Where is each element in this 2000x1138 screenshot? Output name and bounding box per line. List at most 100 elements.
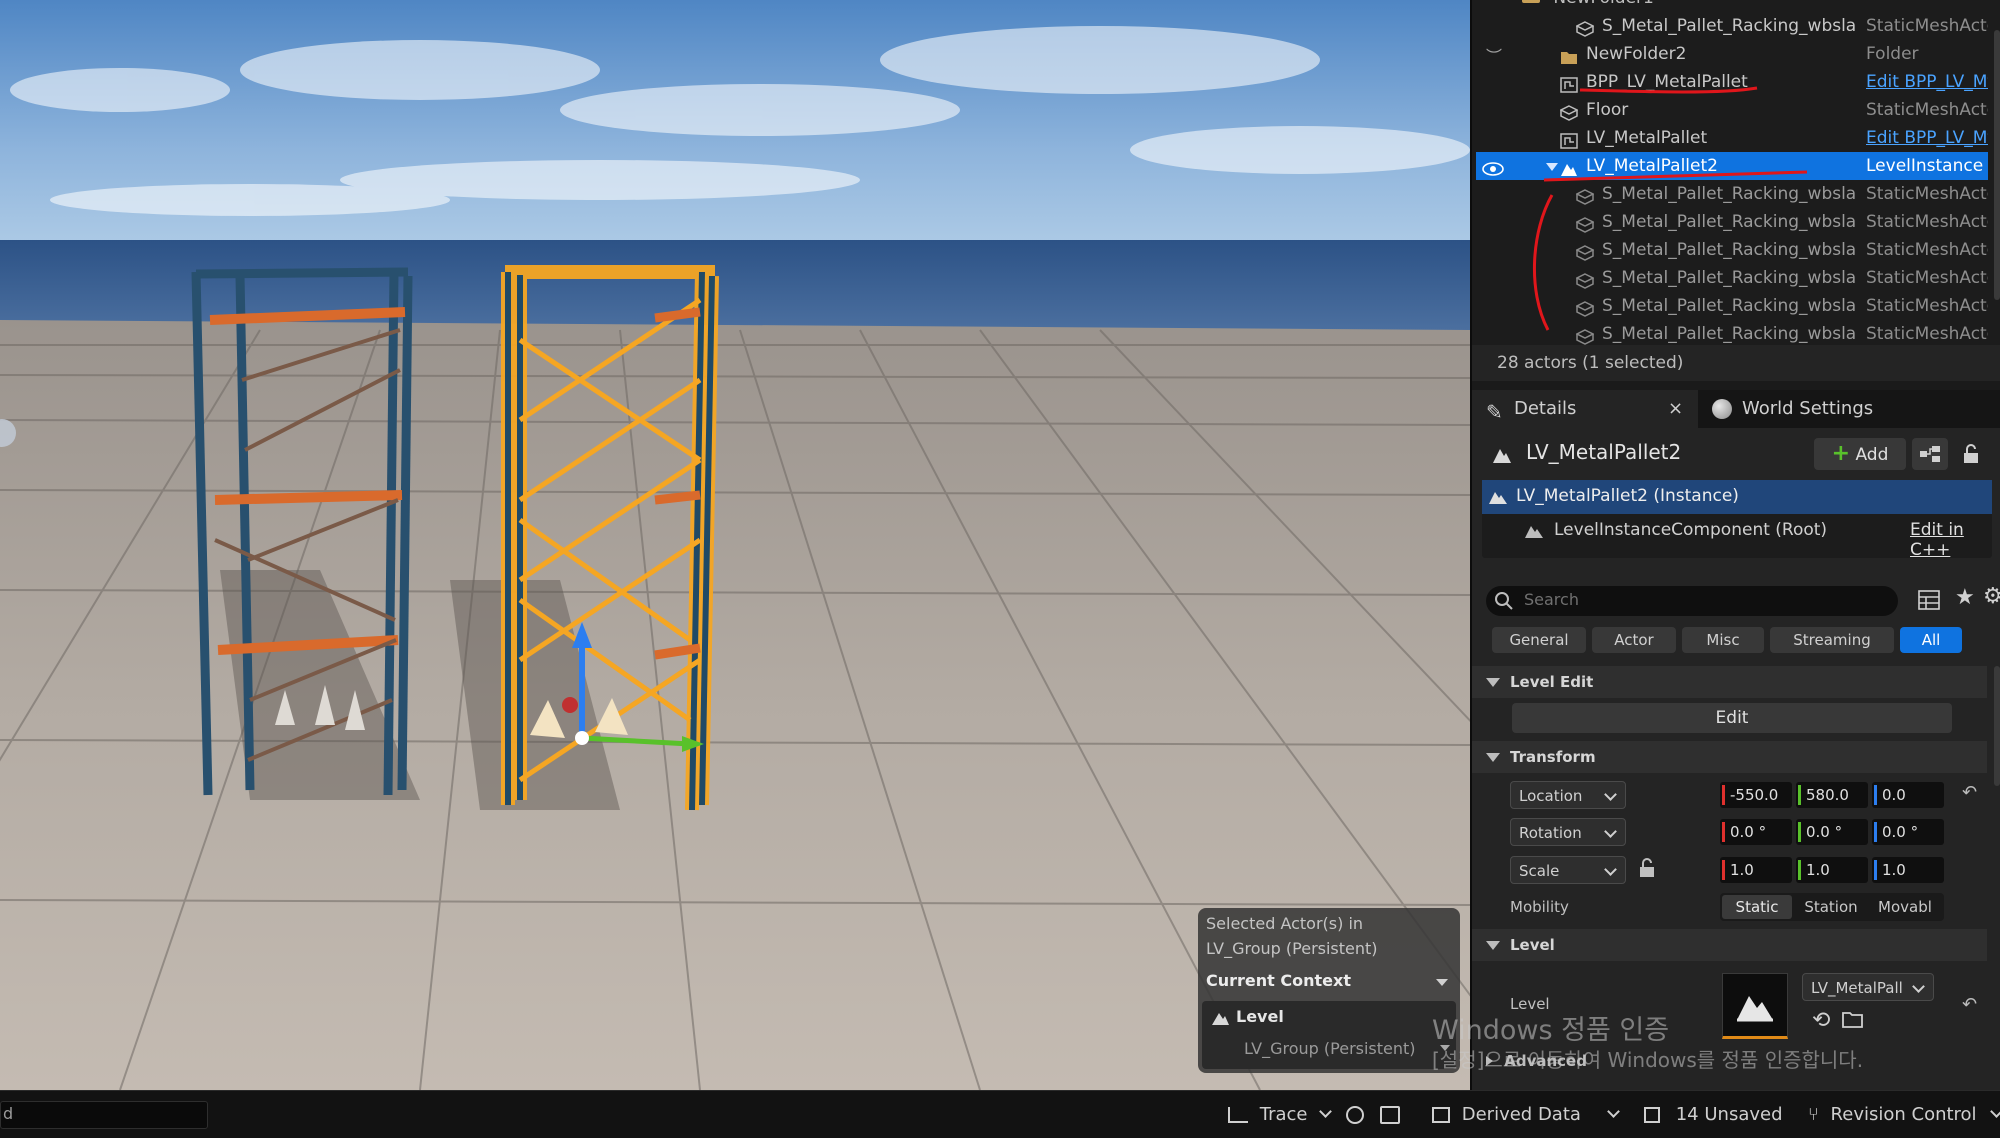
location-x-field[interactable]: -550.0 (1720, 782, 1792, 808)
trace-label: Trace (1259, 1104, 1308, 1125)
right-panel: NewFolder1 S_Metal_Pallet_Racking_wbsla … (1470, 0, 2000, 1090)
actor-count: 28 actors (1 selected) (1472, 345, 2000, 381)
unlock-icon[interactable] (1638, 858, 1656, 882)
level-instance-icon (1488, 489, 1508, 509)
windows-activation-watermark-title: Windows 정품 인증 (1432, 1015, 1670, 1046)
level-asset-icon (1735, 988, 1775, 1026)
derived-data-label: Derived Data (1461, 1104, 1581, 1125)
section-level[interactable]: Level (1472, 929, 1987, 961)
level-viewport[interactable]: Selected Actor(s) in LV_Group (Persisten… (0, 0, 1470, 1090)
instance-row-selected[interactable]: LV_MetalPallet2 (Instance) (1482, 480, 1992, 514)
add-label: Add (1855, 445, 1889, 465)
context-level-box[interactable]: Level LV_Group (Persistent) (1202, 1001, 1456, 1069)
tab-world-settings-label: World Settings (1742, 398, 1874, 419)
level-asset-thumbnail[interactable] (1722, 973, 1788, 1039)
level-asset-name: LV_MetalPall (1811, 979, 1903, 997)
chevron-down-icon (1319, 1105, 1333, 1118)
record-icon[interactable] (1346, 1091, 1364, 1138)
collapse-arrow-icon (1486, 941, 1500, 950)
chevron-down-icon (1604, 863, 1617, 876)
world-outliner: NewFolder1 S_Metal_Pallet_Racking_wbsla … (1472, 0, 2000, 345)
table-view-icon[interactable] (1918, 590, 1940, 614)
mobility-label: Mobility (1510, 898, 1569, 916)
scale-y-field[interactable]: 1.0 (1796, 857, 1868, 883)
mobility-static-option[interactable]: Static (1722, 895, 1792, 919)
add-component-button[interactable]: + Add (1814, 438, 1906, 470)
scale-combo[interactable]: Scale (1510, 856, 1626, 884)
annotation-marks (1532, 86, 1808, 331)
section-level-edit[interactable]: Level Edit (1472, 666, 1987, 698)
component-row[interactable]: LevelInstanceComponent (Root) Edit in C+… (1482, 514, 1992, 560)
trace-icon (1228, 1107, 1248, 1123)
context-persistent-label: LV_Group (Persistent) (1244, 1039, 1416, 1058)
screenshot-icon[interactable] (1380, 1091, 1400, 1138)
filter-misc[interactable]: Misc (1682, 627, 1764, 653)
close-icon[interactable]: × (1668, 390, 1683, 428)
rotation-y-field[interactable]: 0.0 ° (1796, 819, 1868, 845)
rotation-combo[interactable]: Rotation (1510, 818, 1626, 846)
unlock-icon[interactable] (1962, 444, 1980, 468)
location-y-field[interactable]: 580.0 (1796, 782, 1868, 808)
derived-data-icon (1432, 1107, 1450, 1123)
context-level-label: Level (1236, 1007, 1284, 1026)
search-field[interactable]: Search (1486, 586, 1898, 616)
outliner-scrollbar[interactable] (1994, 30, 2000, 300)
revision-control-menu[interactable]: ⑂ Revision Control (1808, 1091, 2000, 1138)
reset-arrow-icon[interactable]: ↶ (1962, 782, 1977, 803)
instance-tree-box: LV_MetalPallet2 (Instance) LevelInstance… (1482, 480, 1992, 560)
windows-activation-watermark-subtitle: [설정]으로 이동하여 Windows를 정품 인증합니다. (1432, 1048, 1864, 1072)
section-transform[interactable]: Transform (1472, 741, 1987, 773)
location-z-field[interactable]: 0.0 (1872, 782, 1944, 808)
status-bar: d Trace Derived Data 14 Unsaved ⑂ Revisi… (0, 1090, 2000, 1138)
tab-details-label: Details (1514, 398, 1577, 419)
rotation-z-field[interactable]: 0.0 ° (1872, 819, 1944, 845)
console-input[interactable]: d (0, 1101, 208, 1129)
level-asset-combo[interactable]: LV_MetalPall (1802, 973, 1934, 1001)
tab-details[interactable]: ✎ Details × (1472, 390, 1698, 428)
unsaved-assets-button[interactable]: 14 Unsaved (1644, 1091, 1783, 1138)
actor-header: LV_MetalPallet2 + Add (1472, 428, 2000, 480)
edit-cpp-link[interactable]: Edit in C++ (1910, 520, 1992, 560)
tab-world-settings[interactable]: World Settings (1704, 390, 1944, 428)
derived-data-menu[interactable]: Derived Data (1432, 1091, 1620, 1138)
filter-streaming[interactable]: Streaming (1770, 627, 1894, 653)
location-label: Location (1519, 787, 1583, 805)
filter-general[interactable]: General (1492, 627, 1586, 653)
scale-z-field[interactable]: 1.0 (1872, 857, 1944, 883)
pencil-icon: ✎ (1486, 400, 1503, 424)
plus-icon: + (1831, 441, 1851, 466)
collapse-arrow-icon (1486, 678, 1500, 687)
gear-icon[interactable]: ⚙ (1983, 584, 2000, 609)
search-icon (1494, 591, 1514, 615)
location-combo[interactable]: Location (1510, 781, 1626, 809)
console-text: d (3, 1104, 14, 1123)
blueprint-convert-button[interactable] (1912, 438, 1948, 470)
search-placeholder: Search (1524, 590, 1579, 609)
instance-label: LV_MetalPallet2 (Instance) (1516, 486, 1739, 506)
current-context-label: Current Context (1206, 971, 1351, 990)
filter-actor[interactable]: Actor (1592, 627, 1676, 653)
branch-icon: ⑂ (1808, 1104, 1819, 1125)
rotation-x-field[interactable]: 0.0 ° (1720, 819, 1792, 845)
star-icon[interactable]: ★ (1955, 585, 1975, 610)
scale-x-field[interactable]: 1.0 (1720, 857, 1792, 883)
section-transform-label: Transform (1510, 748, 1596, 766)
level-edit-button[interactable]: Edit (1512, 703, 1952, 733)
chevron-down-icon (1604, 825, 1617, 838)
chevron-down-icon (1436, 979, 1448, 986)
save-icon (1644, 1107, 1660, 1123)
section-level-edit-label: Level Edit (1510, 673, 1594, 691)
details-scrollbar[interactable] (1994, 666, 2000, 786)
use-selected-icon[interactable]: ⟲ (1812, 1008, 1830, 1033)
revision-control-label: Revision Control (1830, 1104, 1977, 1125)
filter-all[interactable]: All (1900, 627, 1962, 653)
reset-arrow-icon[interactable]: ↶ (1962, 994, 1977, 1015)
current-context-header[interactable]: Current Context (1206, 971, 1452, 995)
chevron-down-icon (1912, 980, 1925, 993)
trace-menu[interactable]: Trace (1228, 1091, 1333, 1138)
mobility-movable-option[interactable]: Movabl (1870, 895, 1940, 919)
browse-folder-icon[interactable] (1842, 1010, 1864, 1032)
component-label: LevelInstanceComponent (Root) (1554, 520, 1828, 540)
chevron-down-icon (1604, 788, 1617, 801)
mobility-stationary-option[interactable]: Station (1796, 895, 1866, 919)
